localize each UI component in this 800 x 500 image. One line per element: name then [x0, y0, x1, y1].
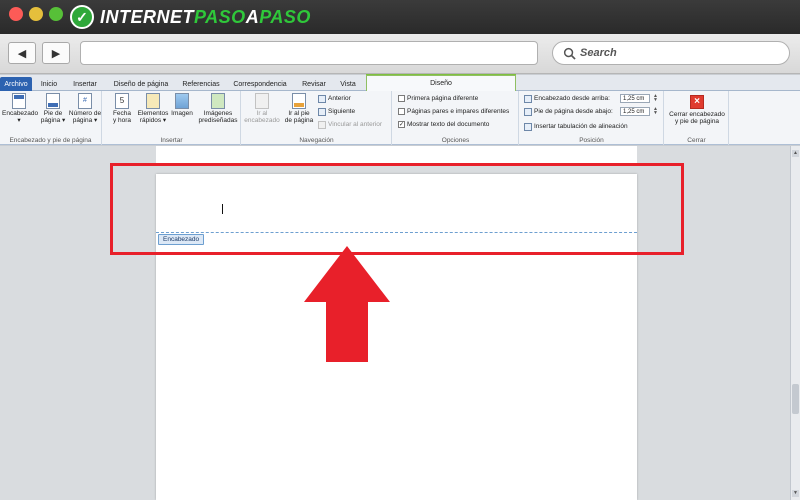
page-number-icon: # [78, 93, 92, 109]
checkbox-unchecked [398, 108, 405, 115]
link-icon [318, 120, 326, 129]
ir-encabezado-button[interactable]: Ir al encabezado [244, 93, 280, 124]
ribbon-tabs: Archivo Inicio Insertar Diseño de página… [0, 75, 800, 91]
tab-revisar[interactable]: Revisar [298, 77, 330, 91]
back-arrow-icon: ◀ [17, 47, 27, 60]
group-label-header-footer: Encabezado y pie de página [9, 137, 92, 144]
tab-diseno-pagina[interactable]: Diseño de página [110, 77, 172, 91]
fecha-hora-button[interactable]: 5 Fecha y hora [109, 93, 135, 124]
group-opciones: Primera página diferente Páginas pares e… [393, 91, 519, 145]
group-posicion: Encabezado desde arriba: 1,25 cm ▲ ▼ Pie … [520, 91, 664, 145]
logo-check-icon: ✓ [70, 5, 94, 29]
tab-inicio[interactable]: Inicio [38, 77, 60, 91]
back-button[interactable]: ◀ [8, 42, 36, 64]
imagen-button[interactable]: Imagen [169, 93, 195, 117]
tab-correspondencia[interactable]: Correspondencia [230, 77, 290, 91]
group-label-posicion: Posición [579, 137, 604, 144]
forward-arrow-icon: ▶ [51, 47, 61, 60]
close-header-icon: × [690, 95, 704, 109]
search-field[interactable]: Search [552, 41, 790, 65]
go-to-footer-icon [292, 93, 306, 109]
pie-pagina-button[interactable]: Pie de página ▾ [38, 93, 68, 124]
group-label-navegacion: Navegación [299, 137, 334, 144]
search-placeholder: Search [580, 47, 617, 59]
minimize-window-button[interactable] [29, 7, 43, 21]
site-logo: ✓ INTERNETPASOAPASO [70, 4, 311, 30]
scroll-up-icon[interactable]: ▲ [792, 150, 799, 157]
quick-parts-icon [146, 93, 160, 109]
anterior-button[interactable]: Anterior [318, 94, 351, 103]
header-from-top-input[interactable]: 1,25 cm [620, 94, 650, 103]
pares-impares-checkbox[interactable]: Páginas pares e impares diferentes [398, 107, 509, 116]
vertical-scrollbar[interactable]: ▲ ▼ [790, 146, 800, 500]
tab-referencias[interactable]: Referencias [180, 77, 222, 91]
address-bar[interactable] [80, 41, 538, 65]
footer-icon [46, 93, 60, 109]
spinner-arrows-icon[interactable]: ▲ ▼ [653, 107, 658, 116]
header-icon [12, 93, 26, 109]
mostrar-texto-checkbox[interactable]: ✓ Mostrar texto del documento [398, 120, 489, 129]
scroll-down-icon[interactable]: ▼ [792, 490, 799, 497]
group-navegacion: Ir al encabezado Ir al pie de página Ant… [242, 91, 392, 145]
previous-page-bottom [156, 146, 637, 164]
ribbon: Encabezado ▾ Pie de página ▾ # Número de… [0, 91, 800, 145]
tab-vista[interactable]: Vista [336, 77, 360, 91]
forward-button[interactable]: ▶ [42, 42, 70, 64]
window-titlebar: ✓ INTERNETPASOAPASO [0, 0, 800, 34]
footer-from-bottom-input[interactable]: 1,25 cm [620, 107, 650, 116]
clipart-icon [211, 93, 225, 109]
tab-diseno[interactable]: Diseño [366, 75, 516, 91]
header-position-icon [524, 94, 532, 103]
cerrar-encabezado-button[interactable]: × Cerrar encabezado y pie de página [665, 95, 729, 125]
scroll-thumb[interactable] [792, 384, 799, 414]
group-cerrar: × Cerrar encabezado y pie de página Cerr… [665, 91, 729, 145]
siguiente-button[interactable]: Siguiente [318, 107, 355, 116]
imagenes-predisenadas-button[interactable]: Imágenes prediseñadas [197, 93, 239, 124]
calendar-icon: 5 [115, 93, 129, 109]
footer-from-bottom-row: Pie de página desde abajo: [524, 107, 613, 116]
numero-pagina-button[interactable]: # Número de página ▾ [68, 93, 102, 124]
tab-insertar[interactable]: Insertar [68, 77, 102, 91]
highlight-box [110, 163, 684, 255]
spinner-arrows-icon[interactable]: ▲ ▼ [653, 94, 658, 103]
close-window-button[interactable] [9, 7, 23, 21]
group-label-insertar: Insertar [160, 137, 183, 144]
encabezado-button[interactable]: Encabezado ▾ [2, 93, 38, 124]
go-to-header-icon [255, 93, 269, 109]
checkbox-checked: ✓ [398, 121, 405, 128]
primera-pagina-checkbox[interactable]: Primera página diferente [398, 94, 478, 103]
image-icon [175, 93, 189, 109]
ir-pie-button[interactable]: Ir al pie de página [282, 93, 316, 124]
zoom-window-button[interactable] [49, 7, 63, 21]
group-label-cerrar: Cerrar [687, 137, 706, 144]
header-from-top-row: Encabezado desde arriba: [524, 94, 610, 103]
search-icon [563, 47, 576, 60]
elementos-rapidos-button[interactable]: Elementos rápidos ▾ [135, 93, 171, 124]
logo-text: INTERNETPASOAPASO [100, 6, 311, 27]
group-header-footer: Encabezado ▾ Pie de página ▾ # Número de… [0, 91, 102, 145]
group-label-opciones: Opciones [441, 137, 470, 144]
next-icon [318, 107, 326, 116]
group-insertar: 5 Fecha y hora Elementos rápidos ▾ Image… [103, 91, 241, 145]
vincular-anterior-button[interactable]: Vincular al anterior [318, 120, 382, 129]
tab-archivo[interactable]: Archivo [0, 77, 32, 91]
browser-toolbar: ◀ ▶ Search [0, 34, 800, 74]
alignment-tab-icon [524, 122, 532, 131]
footer-position-icon [524, 107, 532, 116]
previous-icon [318, 94, 326, 103]
red-up-arrow-icon [304, 246, 390, 362]
checkbox-unchecked [398, 95, 405, 102]
insertar-tabulacion-button[interactable]: Insertar tabulación de alineación [524, 122, 628, 131]
